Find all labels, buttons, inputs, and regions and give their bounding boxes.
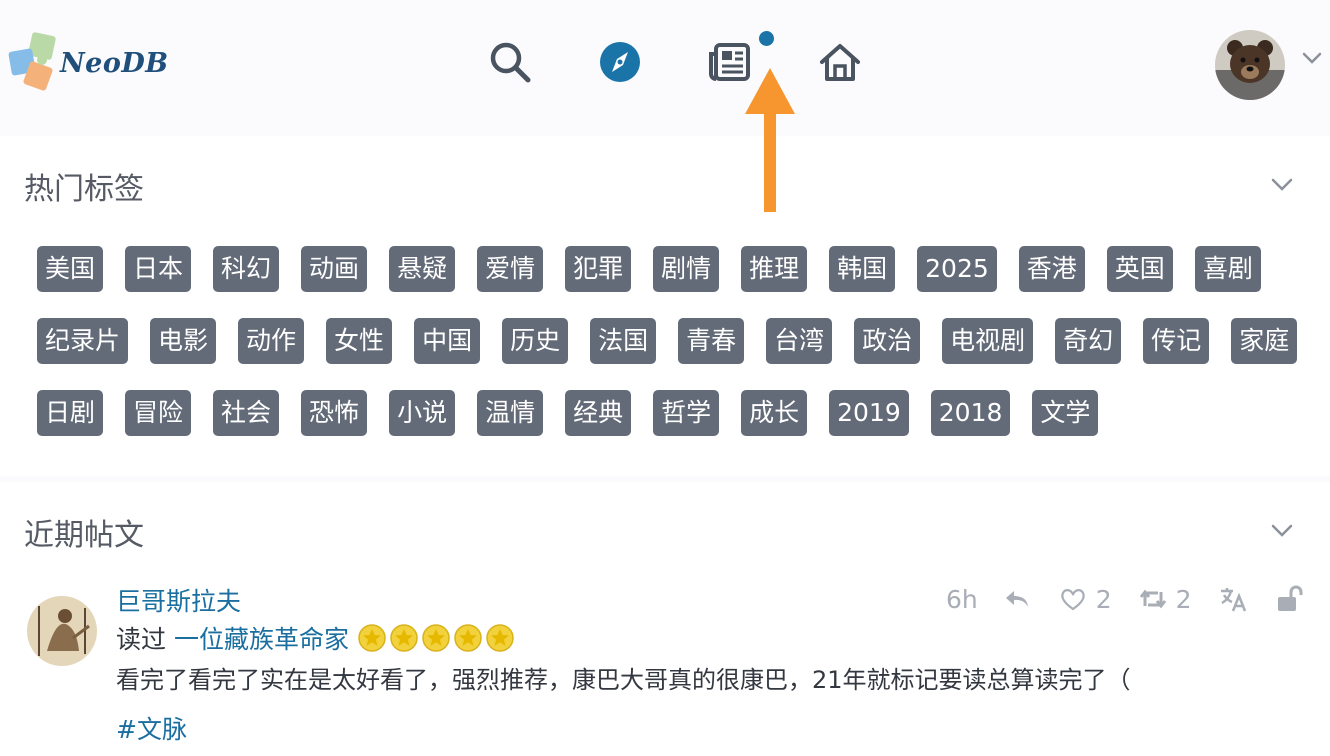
reply-icon — [1005, 591, 1028, 607]
tag-chip[interactable]: 奇幻 — [1055, 318, 1122, 364]
chevron-down-icon[interactable] — [1266, 168, 1298, 200]
star-icon — [454, 624, 482, 652]
tag-chip[interactable]: 美国 — [37, 246, 104, 292]
tag-chip[interactable]: 台湾 — [766, 318, 833, 364]
tag-chip[interactable]: 女性 — [326, 318, 393, 364]
post-author-avatar[interactable] — [27, 596, 97, 666]
translate-icon — [1220, 588, 1246, 612]
tag-chip[interactable]: 韩国 — [829, 246, 896, 292]
tag-chip[interactable]: 温情 — [477, 390, 544, 436]
boost-button[interactable]: 2 — [1138, 584, 1192, 614]
tag-chip[interactable]: 中国 — [414, 318, 481, 364]
neodb-logo[interactable]: NeoDB — [8, 30, 168, 100]
tag-chip[interactable]: 推理 — [741, 246, 808, 292]
tag-chip[interactable]: 科幻 — [213, 246, 280, 292]
tag-chip[interactable]: 社会 — [213, 390, 280, 436]
tag-chip[interactable]: 动作 — [238, 318, 305, 364]
chevron-down-icon[interactable] — [1266, 514, 1298, 546]
tag-list: 美国 日本 科幻 动画 悬疑 爱情 犯罪 剧情 推理 韩国 2025 香港 英国 喜剧纪录片 电影 动作 女性中… — [37, 246, 1307, 436]
tag-chip[interactable]: 2025 — [917, 246, 997, 292]
tag-chip[interactable]: 文学 — [1032, 390, 1099, 436]
tag-chip[interactable]: 历史 — [502, 318, 569, 364]
tag-chip[interactable]: 哲学 — [653, 390, 720, 436]
tag-chip[interactable]: 犯罪 — [565, 246, 632, 292]
tag-chip[interactable]: 日剧 — [37, 390, 104, 436]
star-icon — [422, 624, 450, 652]
recent-posts-card: 近期帖文 巨哥斯拉夫 6h 2 2 读过 一位藏族革命家 看完了看完了实在是太好… — [0, 482, 1330, 756]
tag-chip[interactable]: 香港 — [1018, 246, 1085, 292]
like-count: 2 — [1095, 584, 1112, 614]
tag-chip[interactable]: 悬疑 — [389, 246, 456, 292]
tag-chip[interactable]: 冒险 — [125, 390, 192, 436]
chevron-down-icon[interactable] — [1298, 44, 1326, 72]
tag-chip[interactable]: 法国 — [590, 318, 657, 364]
post-actions: 6h 2 2 — [946, 582, 1304, 616]
reply-button[interactable] — [1002, 584, 1032, 614]
annotation-arrow-icon — [745, 68, 795, 212]
user-avatar[interactable] — [1215, 30, 1285, 100]
home-button[interactable] — [816, 38, 864, 86]
search-button[interactable] — [486, 38, 534, 86]
tag-chip[interactable]: 英国 — [1106, 246, 1173, 292]
home-icon — [820, 44, 860, 81]
boost-count: 2 — [1175, 584, 1192, 614]
post-activity: 读过 一位藏族革命家 — [116, 620, 515, 656]
tag-chip[interactable]: 传记 — [1143, 318, 1210, 364]
repeat-icon — [1139, 589, 1166, 609]
top-navbar: NeoDB — [0, 0, 1330, 132]
star-icon — [486, 624, 514, 652]
tag-chip[interactable]: 青春 — [678, 318, 745, 364]
tag-chip[interactable]: 喜剧 — [1194, 246, 1261, 292]
tag-chip[interactable]: 动画 — [301, 246, 368, 292]
section-title: 近期帖文 — [24, 518, 144, 553]
bear-avatar-icon — [1215, 30, 1285, 100]
tag-chip[interactable]: 2018 — [930, 390, 1011, 436]
rating-stars — [357, 623, 515, 653]
search-icon — [490, 42, 531, 83]
tag-chip[interactable]: 2019 — [829, 390, 909, 436]
tag-chip[interactable]: 电视剧 — [942, 318, 1034, 364]
tag-chip[interactable]: 经典 — [565, 390, 632, 436]
tag-chip[interactable]: 政治 — [854, 318, 921, 364]
star-icon — [390, 624, 418, 652]
compass-icon — [600, 42, 640, 82]
tag-chip[interactable]: 电影 — [150, 318, 217, 364]
work-title-link[interactable]: 一位藏族革命家 — [174, 620, 349, 656]
post-hashtag[interactable]: #文脉 — [116, 710, 187, 746]
tag-chip[interactable]: 剧情 — [653, 246, 720, 292]
star-icon — [358, 624, 386, 652]
discover-button[interactable] — [596, 38, 644, 86]
tag-chip[interactable]: 恐怖 — [301, 390, 368, 436]
tag-chip[interactable]: 成长 — [741, 390, 808, 436]
post-time: 6h — [946, 584, 978, 614]
popular-tags-card: 热门标签 美国 日本 科幻 动画 悬疑 爱情 犯罪 剧情 推理 韩国 2025 香港 英国 喜剧纪录片 电影… — [0, 136, 1330, 476]
post-author-name[interactable]: 巨哥斯拉夫 — [116, 582, 241, 618]
notification-dot — [759, 31, 774, 46]
translate-button[interactable] — [1218, 584, 1248, 614]
tag-chip[interactable]: 纪录片 — [37, 318, 129, 364]
heart-icon — [1060, 589, 1085, 611]
activity-verb: 读过 — [116, 625, 167, 654]
visibility-button[interactable] — [1274, 584, 1304, 614]
logo-text: NeoDB — [60, 48, 169, 79]
like-button[interactable]: 2 — [1058, 584, 1112, 614]
unlock-icon — [1277, 585, 1303, 611]
tag-chip[interactable]: 家庭 — [1231, 318, 1298, 364]
section-title: 热门标签 — [24, 172, 144, 207]
painting-avatar-icon — [27, 596, 97, 666]
tag-chip[interactable]: 日本 — [125, 246, 192, 292]
post-content: 看完了看完了实在是太好看了，强烈推荐，康巴大哥真的很康巴，21年就标记要读总算读… — [116, 666, 1131, 694]
tag-chip[interactable]: 小说 — [389, 390, 456, 436]
tag-chip[interactable]: 爱情 — [477, 246, 544, 292]
